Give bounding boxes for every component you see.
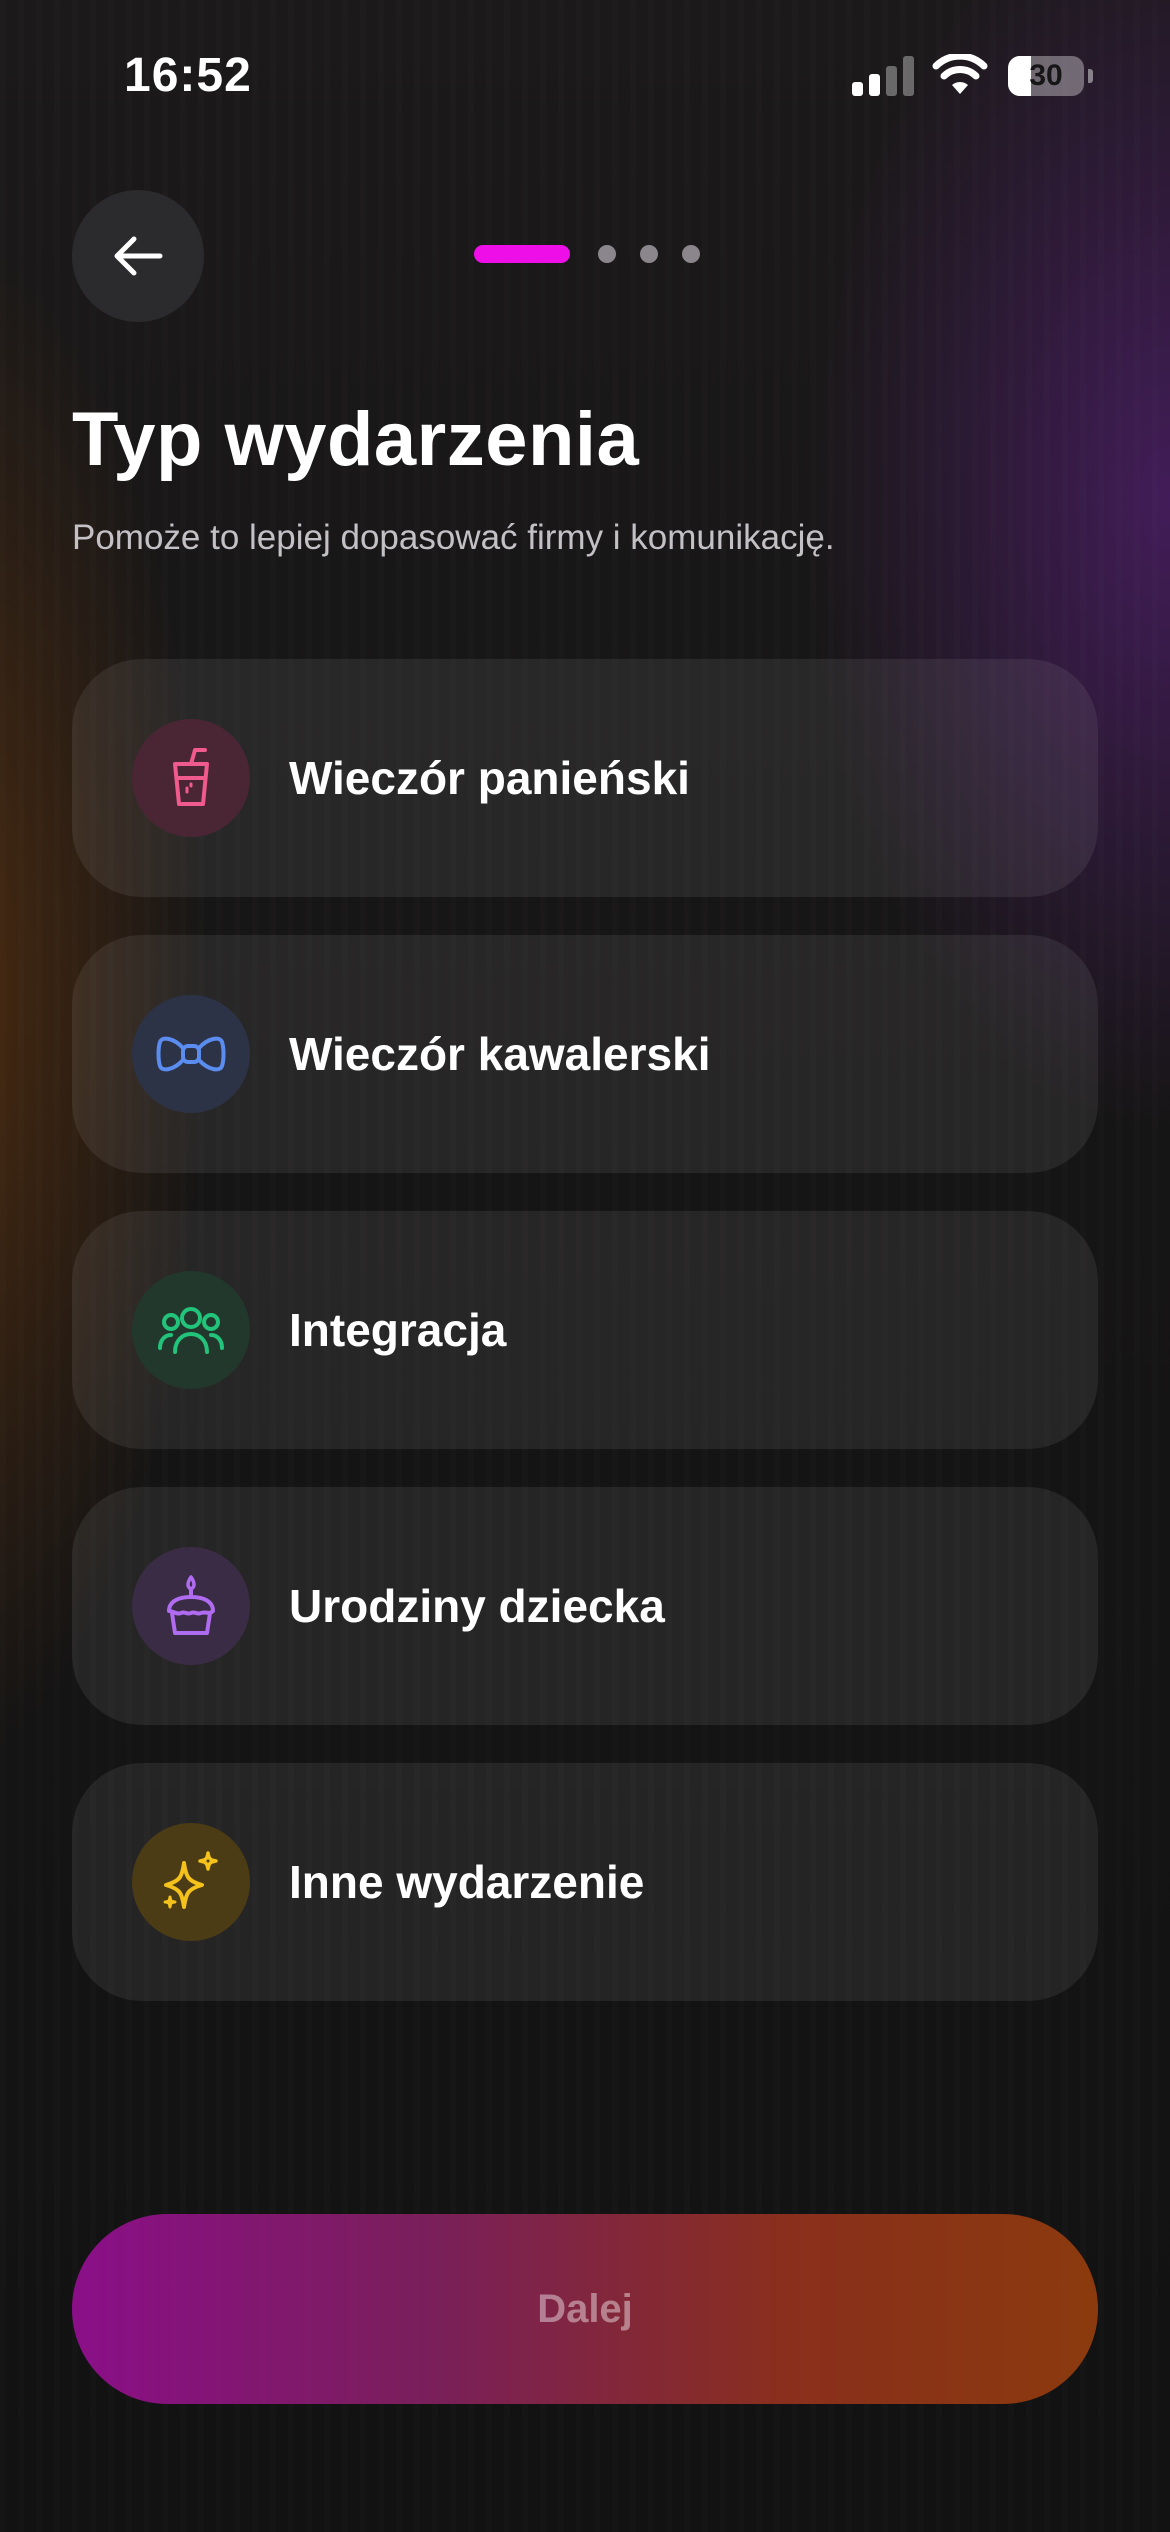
- continue-button-label: Dalej: [537, 2286, 633, 2331]
- cellular-signal-icon: [852, 56, 914, 96]
- progress-step: [682, 245, 700, 263]
- option-icon-badge: [132, 1271, 250, 1389]
- progress-step: [640, 245, 658, 263]
- option-label: Inne wydarzenie: [289, 1856, 645, 1908]
- option-kids-birthday[interactable]: Urodziny dziecka: [72, 1487, 1098, 1725]
- option-label: Integracja: [289, 1304, 507, 1356]
- status-time: 16:52: [124, 49, 252, 102]
- birthday-cake-icon: [167, 1575, 215, 1635]
- sparkles-icon: [163, 1851, 218, 1909]
- arrow-left-icon: [114, 236, 163, 276]
- option-label: Wieczór panieński: [289, 752, 690, 804]
- option-label: Wieczór kawalerski: [289, 1028, 711, 1080]
- drink-glass-icon: [173, 748, 209, 806]
- bow-tie-icon: [156, 1036, 226, 1072]
- page-title: Typ wydarzenia: [72, 397, 640, 482]
- step-progress-indicator: [474, 244, 724, 264]
- continue-button[interactable]: Dalej: [72, 2214, 1098, 2404]
- wifi-icon: [932, 54, 988, 94]
- option-other-event[interactable]: Inne wydarzenie: [72, 1763, 1098, 2001]
- status-bar: 16:52 30: [0, 0, 1170, 150]
- option-icon-badge: [132, 995, 250, 1113]
- option-icon-badge: [132, 719, 250, 837]
- users-group-icon: [158, 1307, 224, 1354]
- battery-indicator: 30: [1008, 56, 1093, 96]
- option-bachelor-party[interactable]: Wieczór kawalerski: [72, 935, 1098, 1173]
- option-icon-badge: [132, 1547, 250, 1665]
- event-type-options: Wieczór panieński Wieczór kawalerski Int…: [72, 659, 1098, 2039]
- option-label: Urodziny dziecka: [289, 1580, 665, 1632]
- page-subtitle: Pomoże to lepiej dopasować firmy i komun…: [72, 518, 835, 557]
- progress-step: [598, 245, 616, 263]
- option-icon-badge: [132, 1823, 250, 1941]
- option-team-building[interactable]: Integracja: [72, 1211, 1098, 1449]
- progress-step-active: [474, 245, 570, 263]
- battery-percent: 30: [1029, 59, 1063, 92]
- back-button[interactable]: [72, 190, 204, 322]
- option-bachelorette-party[interactable]: Wieczór panieński: [72, 659, 1098, 897]
